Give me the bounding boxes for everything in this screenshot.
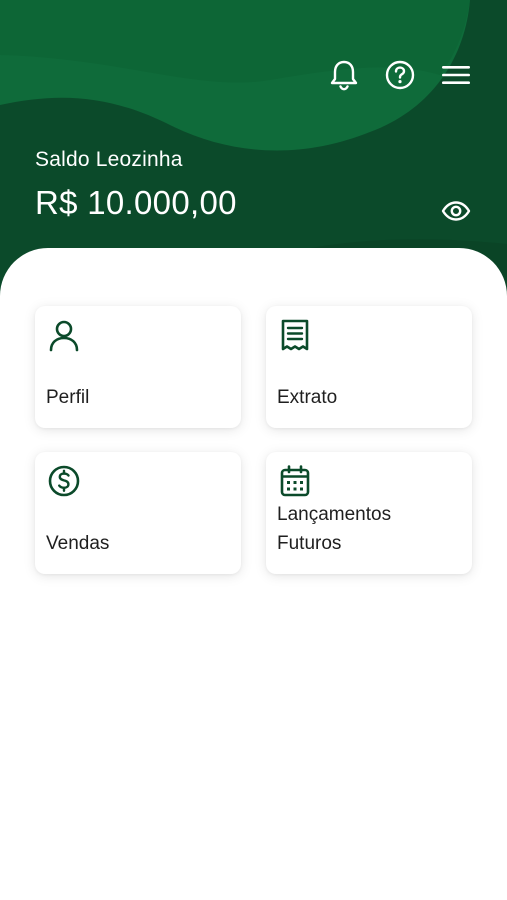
- menu-button[interactable]: [439, 58, 473, 92]
- card-perfil-label: Perfil: [46, 387, 90, 408]
- help-circle-icon: [385, 60, 415, 90]
- receipt-icon: [281, 319, 309, 351]
- card-lancamentos-futuros-label: Lançamentos Futuros: [277, 504, 392, 554]
- user-icon: [49, 320, 79, 352]
- app-screen: Saldo Leozinha R$ 10.000,00 Perfil Extra…: [0, 0, 507, 900]
- balance-value: R$ 10.000,00: [35, 184, 237, 221]
- help-button[interactable]: [383, 58, 417, 92]
- toggle-balance-visibility-button[interactable]: [439, 194, 473, 228]
- dollar-circle-icon: [48, 465, 80, 497]
- notifications-button[interactable]: [327, 58, 361, 92]
- card-perfil[interactable]: Perfil: [35, 306, 241, 428]
- menu-icon: [442, 66, 470, 84]
- card-vendas[interactable]: Vendas: [35, 452, 241, 574]
- card-lancamentos-futuros[interactable]: Lançamentos Futuros: [266, 452, 472, 574]
- eye-icon: [441, 201, 471, 221]
- card-vendas-label: Vendas: [46, 533, 110, 554]
- header-actions: [327, 58, 473, 92]
- balance-label: Saldo Leozinha: [35, 148, 183, 171]
- card-extrato-label: Extrato: [277, 387, 338, 408]
- bell-icon: [330, 60, 358, 91]
- card-extrato[interactable]: Extrato: [266, 306, 472, 428]
- calendar-icon: [280, 465, 310, 497]
